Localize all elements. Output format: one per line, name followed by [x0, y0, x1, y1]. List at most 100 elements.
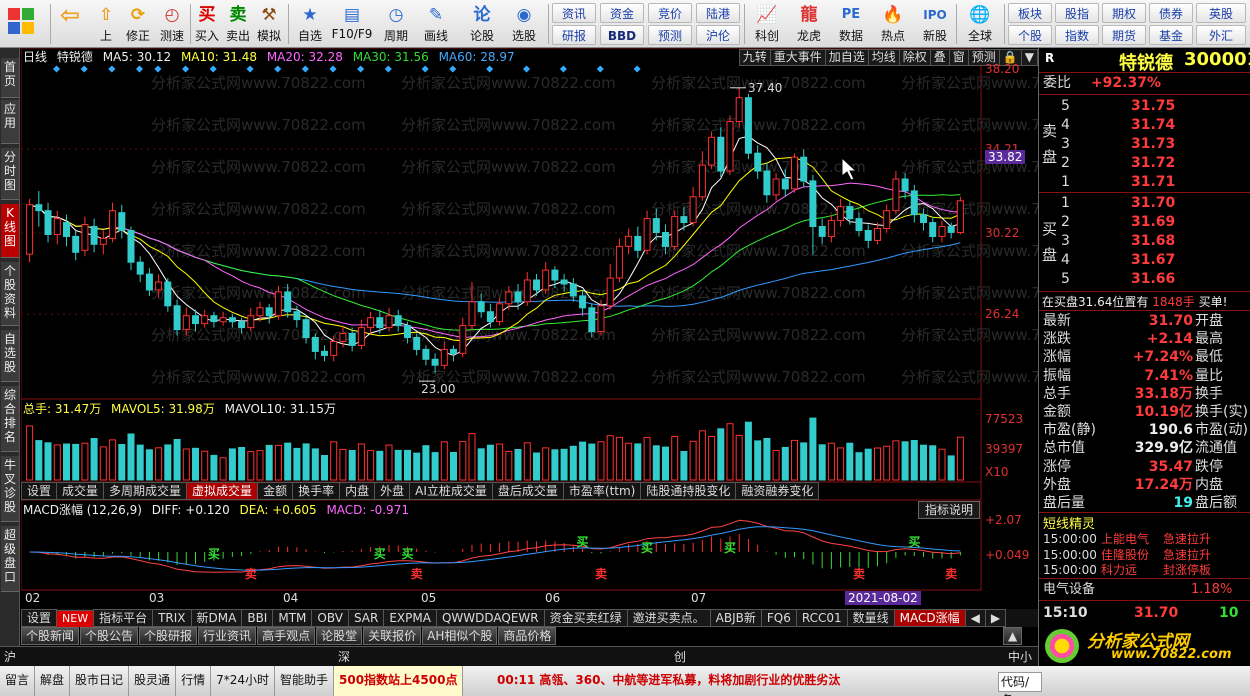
forum-button[interactable]: 论 论股 [466, 2, 498, 46]
index-sh[interactable]: 沪 [4, 648, 16, 665]
tab-super-orderbook[interactable]: 超级盘口 [1, 526, 19, 592]
hk-connect-button[interactable]: 陆港 [696, 3, 740, 23]
buy-level-row[interactable]: 2 31.69 [1039, 213, 1250, 232]
major-events-button[interactable]: 重大事件 [769, 49, 826, 66]
vol-tab-settings[interactable]: 设置 [21, 482, 58, 500]
ind-obv[interactable]: OBV [311, 609, 349, 627]
ind-mtm[interactable]: MTM [272, 609, 313, 627]
status-assistant[interactable]: 智能助手 [275, 666, 334, 696]
status-analysis[interactable]: 解盘 [35, 666, 71, 696]
tab-home[interactable]: 首页 [1, 58, 19, 98]
vol-tab-ai[interactable]: AI立桩成交量 [409, 482, 493, 500]
status-message[interactable]: 留言 [0, 666, 36, 696]
shanghai-london-button[interactable]: 沪伦 [696, 25, 740, 45]
vol-tab-hk-holding[interactable]: 陆股通持股变化 [640, 482, 737, 500]
ind-abjb[interactable]: ABJB新 [709, 609, 762, 627]
ipo-button[interactable]: IPO 新股 [916, 2, 954, 46]
info-stock-news[interactable]: 个股新闻 [21, 627, 80, 645]
status-lingtong[interactable]: 股灵通 [129, 666, 177, 696]
vol-tab-outer[interactable]: 外盘 [374, 482, 411, 500]
vol-tab-turnover[interactable]: 换手率 [292, 482, 341, 500]
vol-tab-margin[interactable]: 融资融券变化 [735, 482, 820, 500]
buy-level-row[interactable]: 3 31.68 [1039, 232, 1250, 251]
window-button[interactable]: 窗 [948, 49, 969, 66]
news-button[interactable]: 资讯 [552, 3, 596, 23]
buy-button[interactable]: 买 买入 [192, 2, 222, 46]
sell-level-row[interactable]: 1 31.71 [1039, 173, 1250, 192]
vol-tab-inner[interactable]: 内盘 [339, 482, 376, 500]
futures-button[interactable]: 期货 [1102, 25, 1146, 45]
uk-stocks-button[interactable]: 英股 [1196, 3, 1246, 23]
ind-quantity-line[interactable]: 数量线 [846, 609, 895, 627]
info-industry-news[interactable]: 行业资讯 [198, 627, 257, 645]
hot-button[interactable]: 🔥 热点 [874, 2, 912, 46]
bbd-button[interactable]: BBD [600, 25, 644, 45]
news-marquee[interactable]: 00:11 高瓴、360、中航等进军私募，料将加剧行业的优胜劣汰 [497, 666, 840, 696]
forex-button[interactable]: 外汇 [1196, 25, 1246, 45]
funds-button[interactable]: 资金 [600, 3, 644, 23]
tab-watchlist[interactable]: 自选股 [1, 330, 19, 382]
status-quotes[interactable]: 行情 [176, 666, 212, 696]
sell-level-row[interactable]: 5 31.75 [1039, 97, 1250, 116]
ind-expma[interactable]: EXPMA [383, 609, 437, 627]
ind-trix[interactable]: TRIX [152, 609, 192, 627]
index-button[interactable]: 指数 [1055, 25, 1099, 45]
index-cyb[interactable]: 创 [674, 648, 686, 665]
vol-tab-volume[interactable]: 成交量 [56, 482, 105, 500]
fund-button[interactable]: 基金 [1149, 25, 1193, 45]
sell-button[interactable]: 卖 卖出 [223, 2, 253, 46]
global-button[interactable]: 🌐 全球 [960, 2, 1000, 46]
draw-line-button[interactable]: ✎ 画线 [418, 2, 454, 46]
ind-new-dma[interactable]: 新DMA [190, 609, 243, 627]
auction-button[interactable]: 竞价 [648, 3, 692, 23]
sell-level-row[interactable]: 4 31.74 [1039, 116, 1250, 135]
info-stock-research[interactable]: 个股研报 [139, 627, 198, 645]
tab-ranking[interactable]: 综合排名 [1, 386, 19, 452]
buy-level-row[interactable]: 1 31.70 [1039, 194, 1250, 213]
info-ah-similar[interactable]: AH相似个股 [422, 627, 498, 645]
status-diary[interactable]: 股市日记 [70, 666, 130, 696]
scroll-left-icon[interactable]: ◀ [964, 609, 986, 627]
period-button[interactable]: ◷ 周期 [378, 2, 414, 46]
status-headline[interactable]: 500指数站上4500点 [334, 666, 464, 696]
tab-intraday[interactable]: 分时图 [1, 148, 19, 200]
menu-dropdown-icon[interactable]: ▼ [1020, 49, 1038, 66]
indicator-help-button[interactable]: 指标说明 [918, 501, 981, 519]
up-button[interactable]: ⇧ 上 [92, 2, 120, 46]
star-market-button[interactable]: 📈 科创 [748, 2, 786, 46]
vol-tab-pe[interactable]: 市盈率(ttm) [562, 482, 642, 500]
ex-rights-button[interactable]: 除权 [898, 49, 931, 66]
vol-tab-multi-period[interactable]: 多周期成交量 [103, 482, 188, 500]
sell-level-row[interactable]: 3 31.73 [1039, 135, 1250, 154]
data-button[interactable]: PE 数据 [832, 2, 870, 46]
fix-button[interactable]: ⟳ 修正 [122, 2, 154, 46]
buy-level-row[interactable]: 5 31.66 [1039, 270, 1250, 289]
ind-qww[interactable]: QWWDDAQEWR [435, 609, 545, 627]
watchlist-button[interactable]: ★ 自选 [292, 2, 328, 46]
add-watchlist-button[interactable]: 加自选 [824, 49, 869, 66]
info-commodity-prices[interactable]: 商品价格 [498, 627, 557, 645]
scroll-right-icon[interactable]: ▶ [984, 609, 1007, 627]
index-futures-button[interactable]: 股指 [1055, 3, 1099, 23]
nine-turn-button[interactable]: 九转 [738, 49, 771, 66]
code-search-input[interactable]: 代码/名 [998, 672, 1042, 696]
app-logo[interactable] [6, 6, 46, 42]
ind-money-rg[interactable]: 资金买卖红绿 [543, 609, 628, 627]
bonds-button[interactable]: 债券 [1149, 3, 1193, 23]
info-expert-views[interactable]: 高手观点 [257, 627, 316, 645]
dragon-tiger-button[interactable]: 龍 龙虎 [790, 2, 828, 46]
simulate-button[interactable]: ⚒ 模拟 [254, 2, 284, 46]
ind-rcc01[interactable]: RCC01 [795, 609, 848, 627]
info-stock-announcements[interactable]: 个股公告 [80, 627, 139, 645]
f10-button[interactable]: ▤ F10/F9 [330, 2, 374, 46]
ind-buy-sell-point[interactable]: 邀进买卖点。 [626, 609, 711, 627]
info-forum[interactable]: 论股堂 [316, 627, 363, 645]
forecast-button[interactable]: 预测 [648, 25, 692, 45]
info-related-quotes[interactable]: 关联报价 [363, 627, 422, 645]
kline-chart[interactable]: 分析家公式网www.70822.com 分析家公式网www.70822.com 分析… [21, 48, 1038, 610]
expand-icon[interactable]: ▲ [1003, 627, 1023, 645]
buy-level-row[interactable]: 4 31.67 [1039, 251, 1250, 270]
sell-level-row[interactable]: 2 31.72 [1039, 154, 1250, 173]
sector-button[interactable]: 板块 [1008, 3, 1052, 23]
status-724[interactable]: 7*24小时 [211, 666, 275, 696]
